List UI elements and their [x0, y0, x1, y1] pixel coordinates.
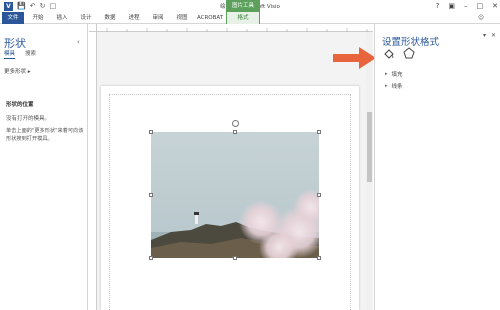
more-shapes-label: 更多形状 — [4, 69, 27, 75]
vertical-scrollbar[interactable] — [366, 32, 373, 310]
minimize-icon[interactable]: – — [464, 2, 468, 10]
picture-tools-label: 图片工具 — [226, 0, 260, 12]
format-shape-pane: 设置形状格式 ▾ ✕ ▸ 填充 ▸ 线条 — [374, 24, 500, 310]
redo-icon[interactable]: ↻ — [40, 1, 46, 11]
resize-handle-right[interactable] — [317, 193, 321, 197]
tab-acrobat[interactable]: ACROBAT — [196, 12, 224, 24]
tab-stencils[interactable]: 模具 — [4, 49, 16, 59]
resize-handle-top[interactable] — [233, 130, 237, 134]
pentagon-shape-icon[interactable] — [403, 47, 415, 59]
visio-logo-icon: V — [4, 1, 13, 11]
callout-arrow-icon — [333, 47, 376, 69]
format-pane-controls: ▾ ✕ — [483, 32, 496, 39]
section-line[interactable]: ▸ 线条 — [385, 82, 403, 90]
chevron-right-icon: ▸ — [27, 69, 31, 75]
title-bar: V 💾 ↶ ↻ □ 绘图1 - Microsoft Visio 图片工具 ? ▣… — [0, 0, 500, 12]
account-icon[interactable]: ☺ — [470, 12, 492, 24]
ribbon-tabs: 文件 开始 插入 设计 数据 进程 审阅 视图 ACROBAT 格式 ☺ — [0, 12, 500, 24]
section-fill-label: 填充 — [391, 72, 403, 78]
no-stencils-message: 没有打开的模具。 — [6, 116, 51, 122]
resize-handle-bottom[interactable] — [233, 256, 237, 260]
format-pane-title: 设置形状格式 — [382, 37, 440, 48]
tab-review[interactable]: 审阅 — [148, 12, 168, 24]
close-icon[interactable]: ✕ — [492, 2, 498, 10]
window-controls: ? ▣ – □ ✕ — [436, 0, 498, 12]
scrollbar-thumb[interactable] — [367, 112, 372, 182]
stencil-location-heading: 形状的位置 — [6, 102, 34, 108]
horizontal-ruler — [97, 24, 373, 32]
seascape-photo — [151, 132, 319, 258]
undo-icon[interactable]: ↶ — [30, 1, 36, 11]
resize-handle-bottom-left[interactable] — [149, 256, 153, 260]
section-line-label: 线条 — [391, 84, 403, 90]
resize-handle-top-left[interactable] — [149, 130, 153, 134]
pane-close-icon[interactable]: ✕ — [491, 32, 496, 39]
tab-data[interactable]: 数据 — [100, 12, 120, 24]
shapes-pane: 形状 ‹ 模具 搜索 更多形状 ▸ 形状的位置 没有打开的模具。 单击上面的"更… — [0, 24, 88, 310]
tab-design[interactable]: 设计 — [76, 12, 96, 24]
restore-icon[interactable]: □ — [477, 2, 484, 10]
resize-handle-top-right[interactable] — [317, 130, 321, 134]
tab-insert[interactable]: 插入 — [52, 12, 72, 24]
ribbon-display-icon[interactable]: ▣ — [448, 2, 455, 10]
tab-home[interactable]: 开始 — [28, 12, 48, 24]
ruler-ticks — [106, 28, 368, 32]
tab-search[interactable]: 搜索 — [25, 49, 36, 59]
pane-options-icon[interactable]: ▾ — [483, 32, 486, 39]
more-shapes-button[interactable]: 更多形状 ▸ — [4, 67, 31, 75]
tab-process[interactable]: 进程 — [124, 12, 144, 24]
quick-access-toolbar: V 💾 ↶ ↻ □ — [4, 1, 56, 11]
stencil-hint-text: 单击上面的"更多形状"来着可向该形状搜到打开模具。 — [6, 128, 84, 142]
collapse-pane-icon[interactable]: ‹ — [77, 38, 80, 46]
drawing-canvas[interactable] — [89, 24, 373, 310]
tab-format[interactable]: 格式 — [226, 12, 260, 24]
resize-handle-left[interactable] — [149, 193, 153, 197]
help-icon[interactable]: ? — [436, 2, 440, 10]
new-document-icon[interactable]: □ — [49, 1, 56, 11]
resize-handle-bottom-right[interactable] — [317, 256, 321, 260]
expand-triangle-icon: ▸ — [385, 71, 388, 77]
expand-triangle-icon: ▸ — [385, 83, 388, 89]
vertical-ruler — [89, 32, 97, 310]
ruler-corner — [89, 24, 97, 32]
shapes-pane-tabs: 模具 搜索 — [4, 49, 36, 59]
section-fill[interactable]: ▸ 填充 — [385, 70, 403, 78]
tab-file[interactable]: 文件 — [2, 12, 24, 24]
fill-and-line-icon[interactable] — [383, 47, 395, 59]
save-icon[interactable]: 💾 — [17, 1, 26, 11]
selected-picture[interactable] — [151, 132, 319, 258]
tab-view[interactable]: 视图 — [172, 12, 192, 24]
rotate-handle-icon[interactable] — [232, 120, 239, 127]
